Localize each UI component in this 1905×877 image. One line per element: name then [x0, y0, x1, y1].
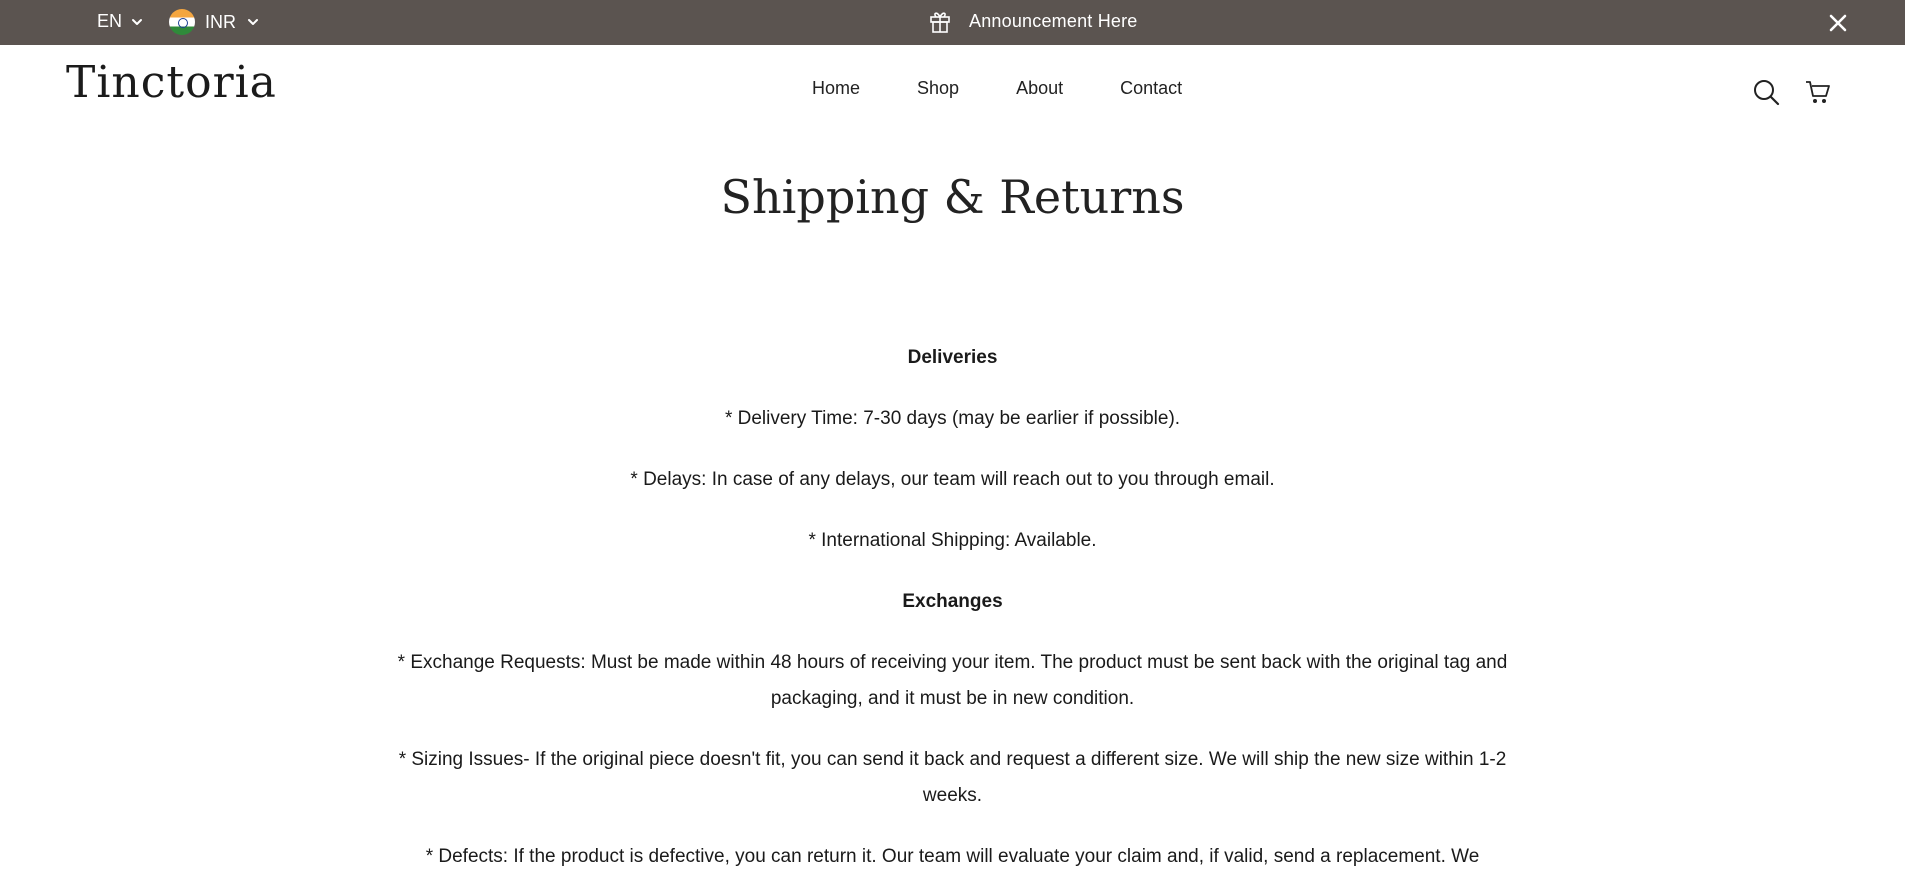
policy-item: * Delivery Time: 7-30 days (may be earli… — [724, 408, 1181, 429]
page-title: Shipping & Returns — [720, 170, 1185, 224]
chevron-down-icon — [132, 18, 143, 25]
site-header: Tinctoria Home Shop About Contact — [0, 45, 1905, 135]
announcement-text: Announcement Here — [969, 10, 1138, 31]
currency-selector[interactable]: INR — [169, 9, 260, 35]
nav-about[interactable]: About — [1016, 78, 1063, 99]
cart-icon[interactable] — [1804, 78, 1832, 106]
nav-contact[interactable]: Contact — [1120, 78, 1182, 99]
announcement: Announcement Here — [929, 9, 1138, 33]
close-icon[interactable] — [1827, 12, 1849, 34]
policy-item: * Exchange Requests: Must be made within… — [397, 652, 1508, 709]
gift-icon — [930, 12, 950, 33]
nav-shop[interactable]: Shop — [917, 78, 959, 99]
policy-item: * Delays: In case of any delays, our tea… — [630, 469, 1275, 490]
section-heading-exchanges: Exchanges — [902, 591, 1003, 612]
currency-label: INR — [205, 11, 236, 32]
nav-home[interactable]: Home — [812, 78, 860, 99]
announcement-bar: EN INR Announcement Here — [0, 0, 1905, 45]
policy-item: * International Shipping: Available. — [808, 530, 1097, 551]
chevron-down-icon — [248, 19, 258, 25]
policy-content: Deliveries * Delivery Time: 7-30 days (m… — [370, 340, 1535, 877]
language-selector[interactable]: EN — [97, 11, 144, 32]
main-nav: Home Shop About Contact — [812, 78, 1182, 99]
header-actions — [1752, 78, 1832, 106]
section-heading-deliveries: Deliveries — [907, 347, 998, 368]
site-logo[interactable]: Tinctoria — [66, 61, 277, 105]
language-label: EN — [97, 11, 123, 31]
policy-item: * Defects: If the product is defective, … — [425, 846, 1480, 867]
search-icon[interactable] — [1752, 78, 1780, 106]
india-flag-icon — [169, 9, 195, 35]
policy-item: * Sizing Issues- If the original piece d… — [398, 749, 1507, 806]
